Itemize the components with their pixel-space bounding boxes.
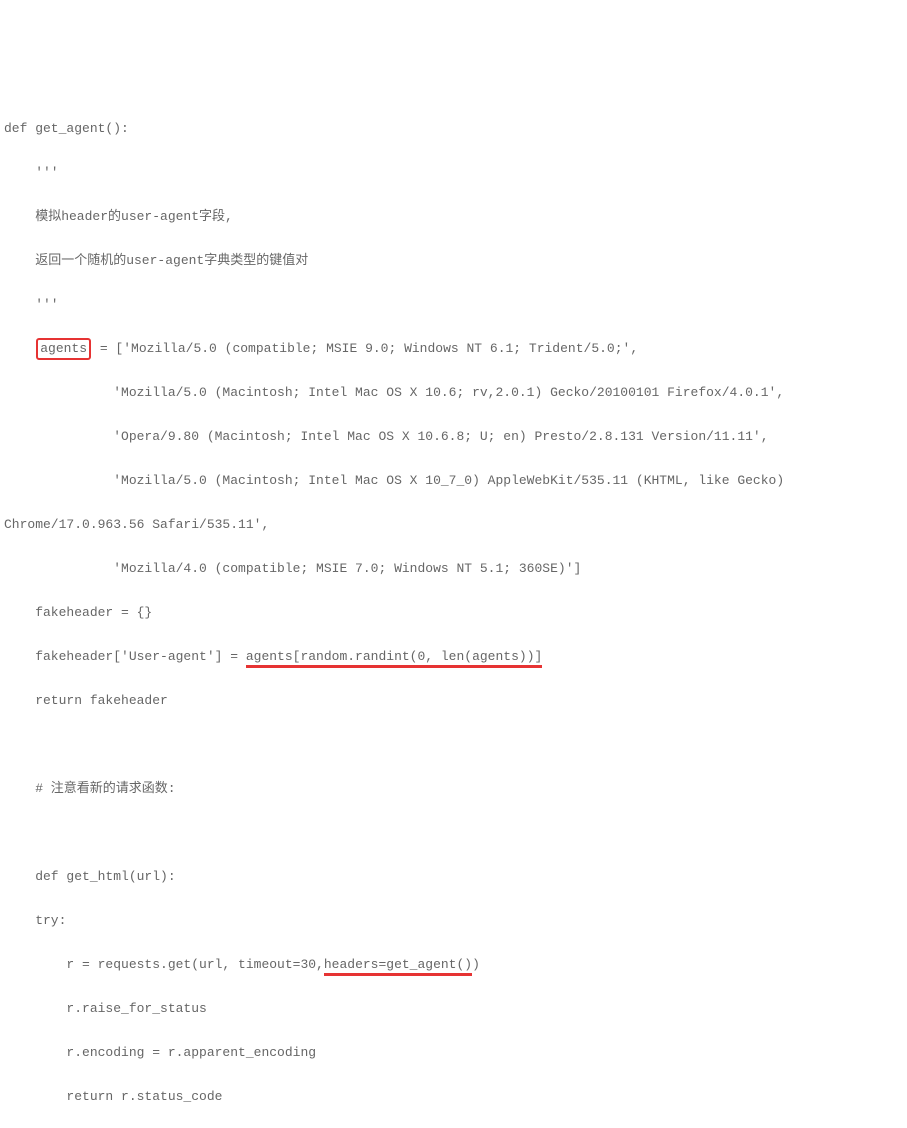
code-line: def get_html(url): — [4, 866, 903, 888]
code-line: ''' — [4, 162, 903, 184]
code-line: 返回一个随机的user-agent字典类型的键值对 — [4, 250, 903, 272]
code-line: Chrome/17.0.963.56 Safari/535.11', — [4, 514, 903, 536]
code-block: def get_agent(): ''' 模拟header的user-agent… — [4, 96, 903, 1128]
code-line: r = requests.get(url, timeout=30,headers… — [4, 954, 903, 976]
code-line: ''' — [4, 294, 903, 316]
indent — [4, 341, 35, 356]
code-text: r = requests.get(url, timeout=30, — [4, 957, 324, 972]
code-line: 模拟header的user-agent字段, — [4, 206, 903, 228]
code-line: r.encoding = r.apparent_encoding — [4, 1042, 903, 1064]
code-text: ) — [472, 957, 480, 972]
code-line: return r.status_code — [4, 1086, 903, 1108]
code-line: 'Mozilla/5.0 (Macintosh; Intel Mac OS X … — [4, 382, 903, 404]
code-line: 'Mozilla/4.0 (compatible; MSIE 7.0; Wind… — [4, 558, 903, 580]
code-line — [4, 822, 903, 844]
code-line: r.raise_for_status — [4, 998, 903, 1020]
code-line: def get_agent(): — [4, 118, 903, 140]
underline-agents-random: agents[random.randint(0, len(agents))] — [246, 649, 542, 668]
code-text: fakeheader['User-agent'] = — [4, 649, 246, 664]
code-line: 'Mozilla/5.0 (Macintosh; Intel Mac OS X … — [4, 470, 903, 492]
code-line: fakeheader = {} — [4, 602, 903, 624]
code-text: = ['Mozilla/5.0 (compatible; MSIE 9.0; W… — [92, 341, 638, 356]
code-line: try: — [4, 910, 903, 932]
code-line: agents = ['Mozilla/5.0 (compatible; MSIE… — [4, 338, 903, 360]
underline-headers-getagent: headers=get_agent() — [324, 957, 472, 976]
highlight-agents-box: agents — [36, 338, 91, 360]
code-line — [4, 734, 903, 756]
code-line: # 注意看新的请求函数: — [4, 778, 903, 800]
code-line: fakeheader['User-agent'] = agents[random… — [4, 646, 903, 668]
code-line: return fakeheader — [4, 690, 903, 712]
code-line: 'Opera/9.80 (Macintosh; Intel Mac OS X 1… — [4, 426, 903, 448]
